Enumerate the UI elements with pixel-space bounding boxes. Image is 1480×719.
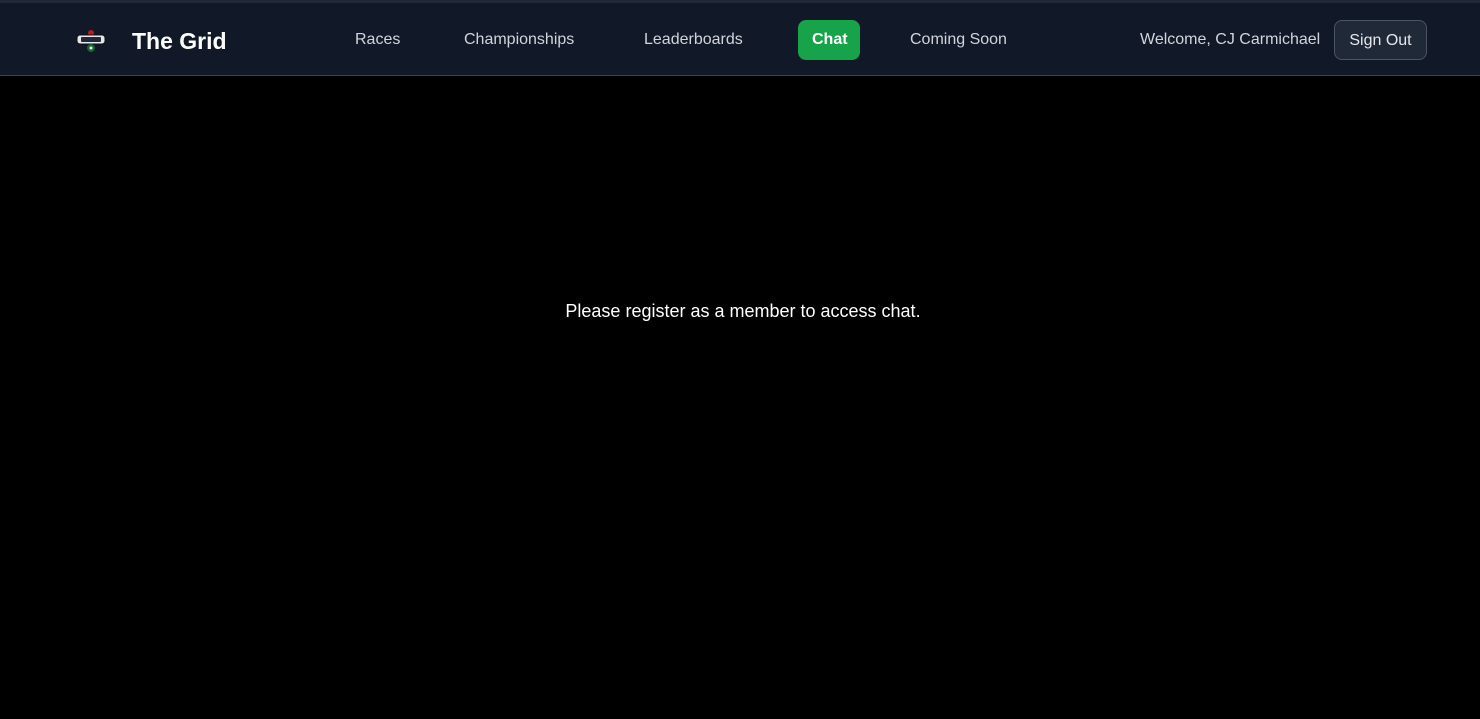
welcome-text: Welcome, CJ Carmichael — [1140, 31, 1321, 48]
nav-link-leaderboards[interactable]: Leaderboards — [644, 20, 743, 60]
sign-out-button[interactable]: Sign Out — [1334, 20, 1427, 60]
brand-title[interactable]: The Grid — [132, 26, 227, 56]
nav-link-races[interactable]: Races — [355, 20, 400, 60]
racing-club-logo-icon[interactable] — [74, 23, 108, 57]
nav-link-coming-soon[interactable]: Coming Soon — [910, 20, 1007, 60]
nav-link-championships[interactable]: Championships — [464, 20, 574, 60]
register-notice: Please register as a member to access ch… — [565, 301, 921, 321]
nav-link-chat[interactable]: Chat — [798, 20, 860, 60]
main-content: Please register as a member to access ch… — [0, 76, 1480, 719]
top-navbar: The Grid Races Championships Leaderboard… — [0, 0, 1480, 76]
